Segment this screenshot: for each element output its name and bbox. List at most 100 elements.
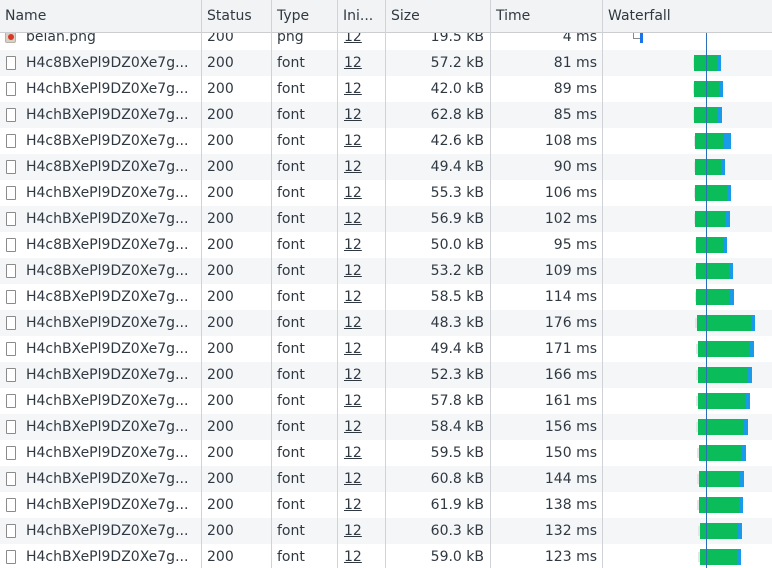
table-row[interactable]: H4chBXePl9DZ0Xe7g... 200 font 12 57.8 kB 161 … (0, 388, 772, 414)
request-name: H4c8BXePl9DZ0Xe7g... (26, 159, 189, 175)
waterfall-receive-segment (729, 263, 733, 279)
file-icon (6, 186, 16, 200)
table-row[interactable]: H4chBXePl9DZ0Xe7g... 200 font 12 59.0 kB 123 … (0, 544, 772, 568)
request-initiator-link[interactable]: 12 (344, 76, 380, 102)
waterfall-download-segment (695, 133, 724, 149)
request-initiator-link[interactable]: 12 (344, 544, 380, 568)
table-row[interactable]: H4c8BXePl9DZ0Xe7g... 200 font 12 42.6 kB 108 … (0, 128, 772, 154)
waterfall-receive-segment (730, 289, 734, 305)
column-divider[interactable] (385, 0, 386, 568)
table-row[interactable]: H4c8BXePl9DZ0Xe7g... 200 font 12 57.2 kB 81 m… (0, 50, 772, 76)
request-type: font (277, 237, 305, 253)
request-type: font (277, 549, 305, 565)
file-icon (6, 108, 16, 122)
request-status: 200 (207, 107, 234, 123)
table-row[interactable]: H4c8BXePl9DZ0Xe7g... 200 font 12 49.4 kB 90 m… (0, 154, 772, 180)
request-name: H4chBXePl9DZ0Xe7g... (26, 497, 189, 513)
waterfall-download-segment (695, 211, 725, 227)
request-time: 138 ms (544, 497, 597, 513)
request-initiator-link[interactable]: 12 (344, 102, 380, 128)
waterfall-receive-segment (719, 81, 723, 97)
table-row[interactable]: H4chBXePl9DZ0Xe7g... 200 font 12 60.8 kB 144 … (0, 466, 772, 492)
request-time: 150 ms (544, 445, 597, 461)
request-type: font (277, 55, 305, 71)
request-initiator-link[interactable]: 12 (344, 414, 380, 440)
column-header-status[interactable]: Status (202, 0, 270, 33)
request-time: 132 ms (544, 523, 597, 539)
file-icon (6, 550, 16, 564)
file-icon (6, 498, 16, 512)
request-time: 108 ms (544, 133, 597, 149)
request-initiator-link[interactable]: 12 (344, 180, 380, 206)
request-time: 166 ms (544, 367, 597, 383)
waterfall-receive-segment (750, 341, 754, 357)
request-time: 106 ms (544, 185, 597, 201)
table-row[interactable]: H4chBXePl9DZ0Xe7g... 200 font 12 56.9 kB 102 … (0, 206, 772, 232)
file-icon (6, 82, 16, 96)
request-name: H4c8BXePl9DZ0Xe7g... (26, 237, 189, 253)
waterfall-receive-segment (724, 237, 727, 253)
request-status: 200 (207, 393, 234, 409)
column-header-name[interactable]: Name (0, 0, 200, 33)
waterfall-download-segment (696, 263, 729, 279)
request-initiator-link[interactable]: 12 (344, 284, 380, 310)
request-status: 200 (207, 289, 234, 305)
table-row[interactable]: H4chBXePl9DZ0Xe7g... 200 font 12 42.0 kB 89 m… (0, 76, 772, 102)
table-row[interactable]: H4chBXePl9DZ0Xe7g... 200 font 12 58.4 kB 156 … (0, 414, 772, 440)
column-header-type[interactable]: Type (272, 0, 336, 33)
request-initiator-link[interactable]: 12 (344, 50, 380, 76)
request-name: H4chBXePl9DZ0Xe7g... (26, 81, 189, 97)
table-row[interactable]: H4chBXePl9DZ0Xe7g... 200 font 12 55.3 kB 106 … (0, 180, 772, 206)
table-row[interactable]: H4c8BXePl9DZ0Xe7g... 200 font 12 50.0 kB 95 m… (0, 232, 772, 258)
request-time: 85 ms (553, 107, 597, 123)
request-type: font (277, 211, 305, 227)
request-size: 60.3 kB (430, 523, 484, 539)
column-divider[interactable] (337, 0, 338, 568)
column-header-initiator[interactable]: Ini... (338, 0, 384, 33)
request-initiator-link[interactable]: 12 (344, 154, 380, 180)
waterfall-receive-segment (744, 419, 748, 435)
request-status: 200 (207, 185, 234, 201)
table-row[interactable]: H4chBXePl9DZ0Xe7g... 200 font 12 60.3 kB 132 … (0, 518, 772, 544)
table-row[interactable]: H4c8BXePl9DZ0Xe7g... 200 font 12 53.2 kB 109 … (0, 258, 772, 284)
request-status: 200 (207, 159, 234, 175)
table-row[interactable]: H4chBXePl9DZ0Xe7g... 200 font 12 52.3 kB 166 … (0, 362, 772, 388)
request-initiator-link[interactable]: 12 (344, 258, 380, 284)
request-time: 109 ms (544, 263, 597, 279)
column-header-size[interactable]: Size (386, 0, 488, 33)
request-initiator-link[interactable]: 12 (344, 518, 380, 544)
table-row[interactable]: H4chBXePl9DZ0Xe7g... 200 font 12 62.8 kB 85 m… (0, 102, 772, 128)
request-initiator-link[interactable]: 12 (344, 128, 380, 154)
request-size: 57.8 kB (430, 393, 484, 409)
table-row[interactable]: H4chBXePl9DZ0Xe7g... 200 font 12 59.5 kB 150 … (0, 440, 772, 466)
table-row[interactable]: H4chBXePl9DZ0Xe7g... 200 font 12 48.3 kB 176 … (0, 310, 772, 336)
request-initiator-link[interactable]: 12 (344, 232, 380, 258)
table-row[interactable]: H4chBXePl9DZ0Xe7g... 200 font 12 61.9 kB 138 … (0, 492, 772, 518)
request-status: 200 (207, 315, 234, 331)
request-name: H4chBXePl9DZ0Xe7g... (26, 211, 189, 227)
file-icon (6, 56, 16, 70)
table-row[interactable]: H4c8BXePl9DZ0Xe7g... 200 font 12 58.5 kB 114 … (0, 284, 772, 310)
column-divider[interactable] (201, 0, 202, 568)
table-row[interactable]: H4chBXePl9DZ0Xe7g... 200 font 12 49.4 kB 171 … (0, 336, 772, 362)
waterfall-receive-segment (724, 133, 731, 149)
column-divider[interactable] (602, 0, 603, 568)
column-header-waterfall[interactable]: Waterfall (603, 0, 772, 33)
request-initiator-link[interactable]: 12 (344, 388, 380, 414)
column-header-time[interactable]: Time (491, 0, 601, 33)
request-initiator-link[interactable]: 12 (344, 362, 380, 388)
request-initiator-link[interactable]: 12 (344, 310, 380, 336)
request-initiator-link[interactable]: 12 (344, 440, 380, 466)
request-name: H4chBXePl9DZ0Xe7g... (26, 367, 189, 383)
request-initiator-link[interactable]: 12 (344, 466, 380, 492)
file-icon (6, 212, 16, 226)
request-initiator-link[interactable]: 12 (344, 206, 380, 232)
column-divider[interactable] (271, 0, 272, 568)
request-initiator-link[interactable]: 12 (344, 336, 380, 362)
network-requests-table: beian.png 200 png 12 19.5 kB 4 ms H4c8BXePl9DZ… (0, 0, 772, 568)
request-status: 200 (207, 419, 234, 435)
column-divider[interactable] (490, 0, 491, 568)
request-initiator-link[interactable]: 12 (344, 492, 380, 518)
request-type: font (277, 159, 305, 175)
file-icon (6, 264, 16, 278)
